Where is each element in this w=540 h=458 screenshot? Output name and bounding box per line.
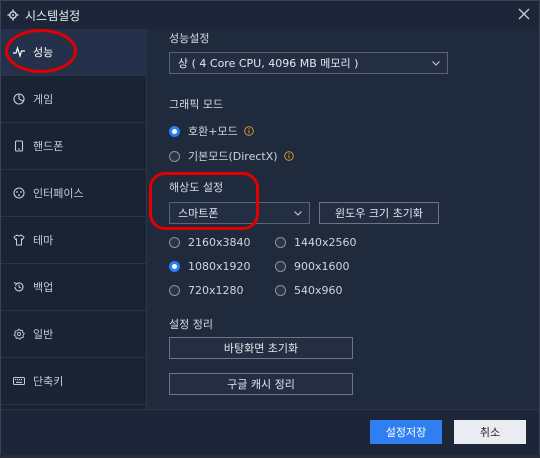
resolution-1080x1920-radio[interactable]: 1080x1920 bbox=[169, 260, 251, 273]
reset-window-size-button[interactable]: 윈도우 크기 초기화 bbox=[319, 202, 439, 224]
close-icon[interactable] bbox=[517, 7, 531, 21]
radio-label: 2160x3840 bbox=[188, 236, 251, 249]
general-icon bbox=[13, 328, 25, 340]
game-icon bbox=[13, 93, 25, 105]
radio-dot bbox=[169, 150, 180, 162]
chevron-down-icon bbox=[294, 211, 302, 216]
wallpaper-reset-button[interactable]: 바탕화면 초기화 bbox=[169, 337, 353, 359]
radio-label: 720x1280 bbox=[188, 284, 244, 297]
sidebar-item-label: 게임 bbox=[33, 93, 54, 106]
sidebar-item-game[interactable]: 게임 bbox=[1, 76, 147, 123]
resolution-720x1280-radio[interactable]: 720x1280 bbox=[169, 284, 244, 297]
resolution-1440x2560-radio[interactable]: 1440x2560 bbox=[275, 236, 357, 249]
sidebar-item-phone[interactable]: 핸드폰 bbox=[1, 123, 147, 170]
theme-icon bbox=[13, 234, 25, 246]
sidebar-item-label: 인터페이스 bbox=[33, 187, 84, 200]
radio-dot bbox=[169, 125, 180, 137]
radio-dot bbox=[169, 237, 180, 248]
google-cache-clear-button[interactable]: 구글 캐시 정리 bbox=[169, 373, 353, 395]
phone-icon bbox=[14, 140, 24, 152]
radio-label: 540x960 bbox=[294, 284, 343, 297]
sidebar-item-label: 테마 bbox=[33, 234, 54, 247]
performance-icon bbox=[13, 46, 25, 58]
radio-label: 호환+모드 bbox=[188, 125, 238, 138]
title-bar: 시스템설정 bbox=[1, 1, 539, 29]
backup-icon bbox=[13, 282, 24, 292]
gear-icon bbox=[7, 9, 19, 21]
sidebar: 성능 게임 핸드폰 인터페이스 테마 백업 일반 단축키 bbox=[1, 29, 147, 409]
sidebar-item-label: 핸드폰 bbox=[33, 140, 64, 153]
resolution-section-title: 해상도 설정 bbox=[169, 181, 224, 194]
sidebar-item-label: 성능 bbox=[33, 46, 54, 59]
graphics-mode-compat-radio[interactable]: 호환+모드 bbox=[169, 123, 254, 139]
sidebar-item-label: 백업 bbox=[33, 281, 54, 294]
keyboard-icon bbox=[13, 377, 25, 385]
sidebar-item-interface[interactable]: 인터페이스 bbox=[1, 170, 147, 217]
settings-window: 시스템설정 성능 게임 핸드폰 인터페이스 테마 백업 일반 단축키 성능설정 … bbox=[0, 0, 540, 455]
radio-label: 1080x1920 bbox=[188, 260, 251, 273]
sidebar-item-label: 일반 bbox=[33, 328, 54, 341]
sidebar-item-label: 단축키 bbox=[33, 375, 64, 388]
sidebar-item-general[interactable]: 일반 bbox=[1, 311, 147, 358]
save-settings-button[interactable]: 설정저장 bbox=[370, 420, 442, 444]
sidebar-item-shortcut[interactable]: 단축키 bbox=[1, 358, 147, 405]
chevron-down-icon bbox=[432, 61, 440, 66]
resolution-900x1600-radio[interactable]: 900x1600 bbox=[275, 260, 350, 273]
resolution-2160x3840-radio[interactable]: 2160x3840 bbox=[169, 236, 251, 249]
window-title: 시스템설정 bbox=[25, 8, 81, 23]
resolution-select-value: 스마트폰 bbox=[178, 207, 219, 220]
sidebar-item-theme[interactable]: 테마 bbox=[1, 217, 147, 264]
radio-dot bbox=[169, 261, 180, 272]
performance-select-value: 상 ( 4 Core CPU, 4096 MB 메모리 ) bbox=[178, 57, 359, 70]
radio-dot bbox=[275, 261, 286, 272]
cleanup-section-title: 설정 정리 bbox=[169, 318, 213, 331]
radio-dot bbox=[275, 237, 286, 248]
graphics-mode-directx-radio[interactable]: 기본모드(DirectX) bbox=[169, 148, 294, 164]
settings-content: 성능설정 상 ( 4 Core CPU, 4096 MB 메모리 ) 그래픽 모… bbox=[148, 29, 539, 409]
resolution-select[interactable]: 스마트폰 bbox=[169, 202, 310, 224]
interface-icon bbox=[13, 187, 25, 199]
radio-label: 1440x2560 bbox=[294, 236, 357, 249]
performance-section-title: 성능설정 bbox=[169, 32, 210, 45]
radio-dot bbox=[275, 285, 286, 296]
resolution-540x960-radio[interactable]: 540x960 bbox=[275, 284, 343, 297]
sidebar-item-backup[interactable]: 백업 bbox=[1, 264, 147, 311]
info-icon[interactable] bbox=[243, 126, 254, 136]
sidebar-item-performance[interactable]: 성능 bbox=[1, 29, 147, 76]
graphics-section-title: 그래픽 모드 bbox=[169, 98, 224, 111]
radio-label: 900x1600 bbox=[294, 260, 350, 273]
radio-label: 기본모드(DirectX) bbox=[188, 150, 278, 163]
performance-select[interactable]: 상 ( 4 Core CPU, 4096 MB 메모리 ) bbox=[169, 52, 448, 74]
radio-dot bbox=[169, 285, 180, 296]
info-icon[interactable] bbox=[283, 151, 294, 161]
footer: 설정저장 취소 bbox=[1, 409, 539, 455]
cancel-button[interactable]: 취소 bbox=[454, 420, 526, 444]
